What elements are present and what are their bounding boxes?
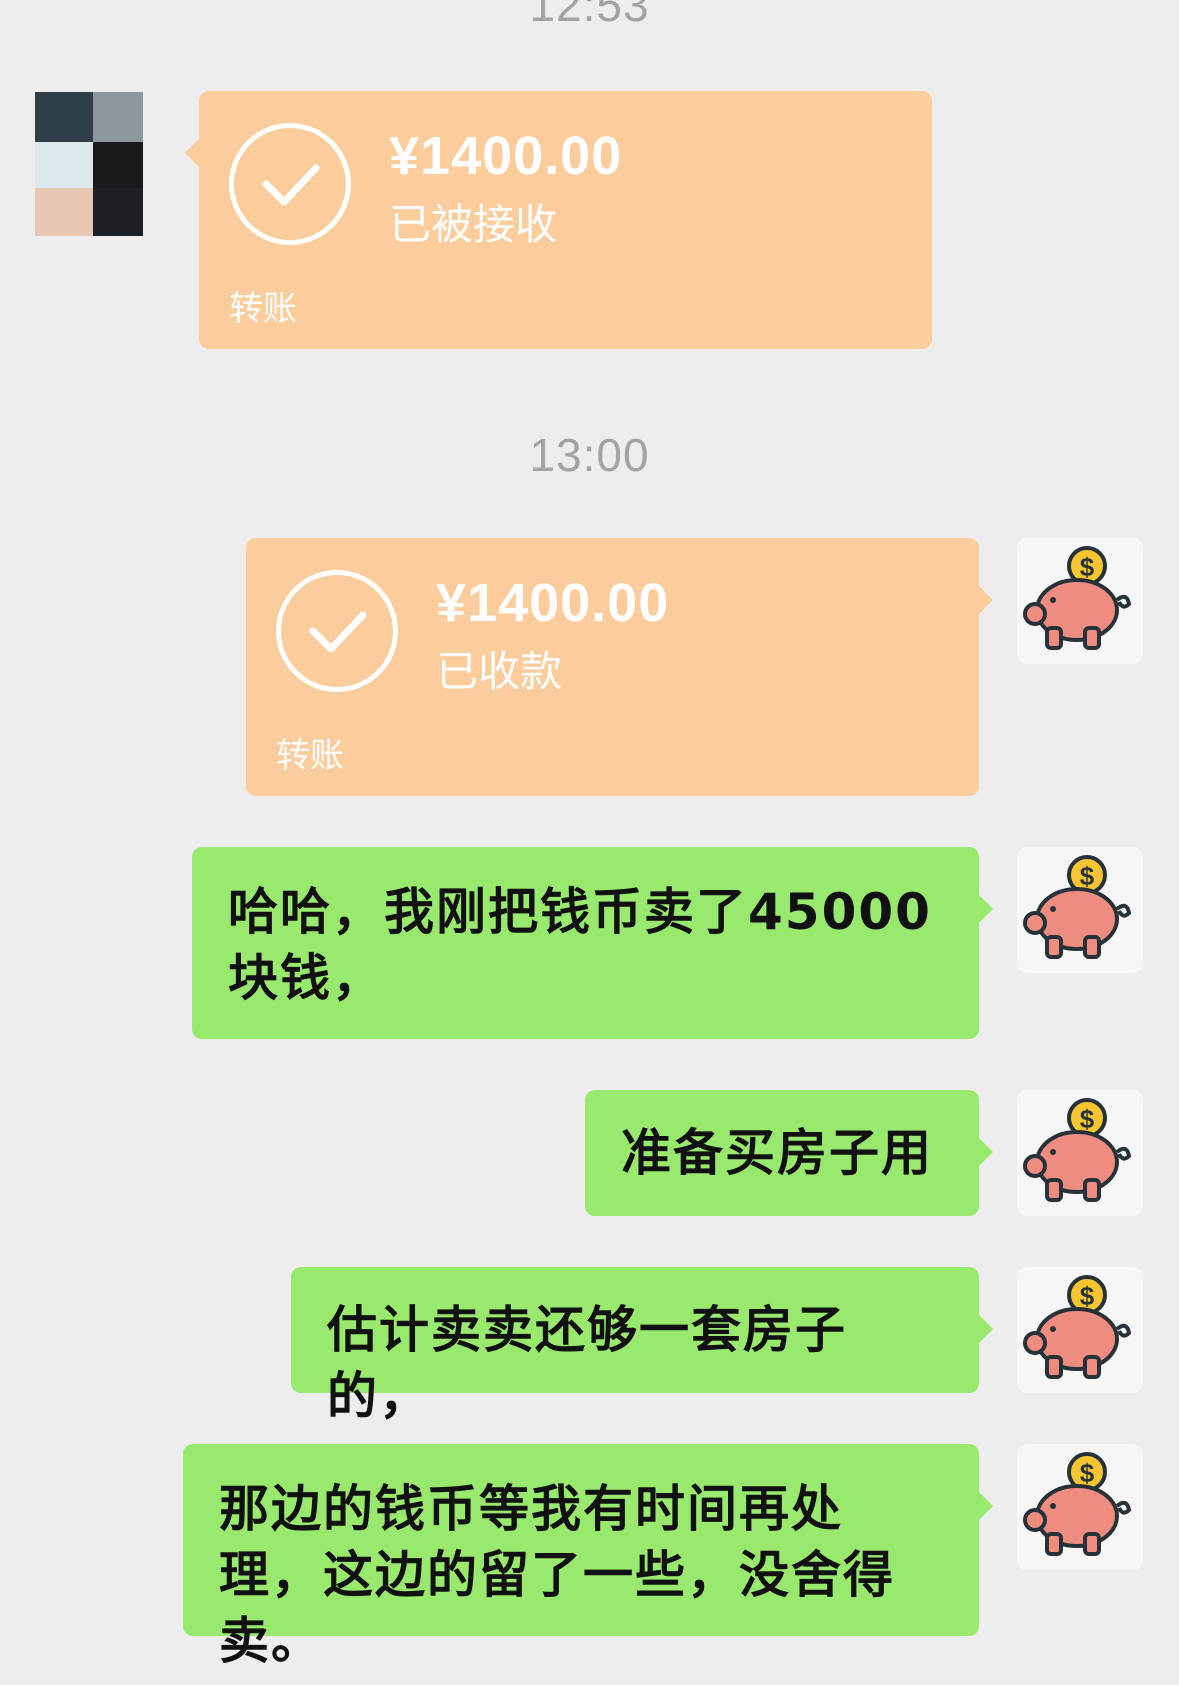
svg-text:$: $: [1080, 1281, 1095, 1311]
transfer-status: 已收款: [436, 647, 563, 696]
check-icon: [276, 570, 398, 692]
message-bubble[interactable]: 那边的钱币等我有时间再处理，这边的留了一些，没舍得卖。: [183, 1444, 993, 1670]
transfer-label: 转账: [276, 736, 344, 776]
self-avatar[interactable]: $: [1017, 847, 1143, 973]
message-bubble[interactable]: 估计卖卖还够一套房子的，: [291, 1267, 993, 1425]
piggy-bank-icon: $: [1023, 1452, 1132, 1556]
check-icon: [229, 123, 351, 245]
piggy-bank-icon: $: [1023, 1275, 1132, 1379]
svg-text:$: $: [1080, 861, 1095, 891]
timestamp: 13:00: [529, 429, 650, 481]
message-text: 那边的钱币等我有时间再处理，这边的留了一些，没舍得卖。: [219, 1480, 895, 1670]
piggy-bank-icon: $: [1023, 1098, 1132, 1202]
piggy-bank-icon: $: [1023, 546, 1132, 650]
transfer-amount: ¥1400.00: [436, 573, 670, 633]
svg-text:$: $: [1080, 552, 1095, 582]
timestamp: 12:53: [529, 0, 650, 31]
self-avatar[interactable]: $: [1017, 538, 1143, 664]
piggy-bank-icon: $: [1023, 855, 1132, 959]
transfer-collected-bubble[interactable]: ¥1400.00 已收款 转账: [246, 538, 993, 796]
self-avatar[interactable]: $: [1017, 1267, 1143, 1393]
svg-text:$: $: [1080, 1458, 1095, 1488]
transfer-received-bubble[interactable]: ¥1400.00 已被接收 转账: [185, 91, 932, 349]
transfer-amount: ¥1400.00: [389, 126, 623, 186]
message-text: 哈哈，我刚把钱币卖了45000块钱，: [228, 883, 932, 1007]
message-text: 准备买房子用: [621, 1124, 933, 1182]
message-bubble[interactable]: 哈哈，我刚把钱币卖了45000块钱，: [192, 847, 993, 1039]
self-avatar[interactable]: $: [1017, 1090, 1143, 1216]
transfer-status: 已被接收: [389, 200, 558, 249]
message-bubble[interactable]: 准备买房子用: [585, 1090, 993, 1216]
transfer-label: 转账: [229, 289, 297, 329]
message-text: 估计卖卖还够一套房子的，: [327, 1301, 847, 1425]
contact-avatar[interactable]: [35, 92, 143, 236]
svg-text:$: $: [1080, 1104, 1095, 1134]
self-avatar[interactable]: $: [1017, 1444, 1143, 1570]
